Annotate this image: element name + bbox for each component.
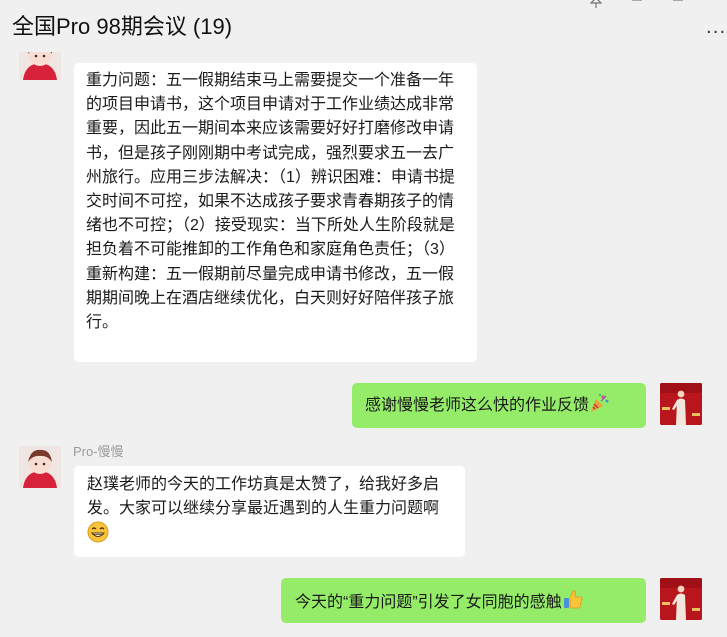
message-text: 今天的“重力问题”引发了女同胞的感触 [295, 594, 562, 611]
pin-icon[interactable] [588, 0, 604, 8]
title-bar: 全国Pro 98期会议 (19) ··· [0, 0, 727, 52]
party-popper-icon [589, 393, 609, 421]
avatar[interactable] [19, 52, 61, 80]
minimize-icon[interactable] [629, 0, 645, 8]
message-bubble[interactable]: 赵璞老师的今天的工作坊真是太赞了，给我好多启发。大家可以继续分享最近遇到的人生重… [74, 466, 465, 557]
thumbs-up-icon [562, 588, 584, 618]
avatar[interactable] [19, 446, 61, 488]
message-text: 赵璞老师的今天的工作坊真是太赞了，给我好多启发。大家可以继续分享最近遇到的人生重… [87, 476, 440, 518]
message-bubble[interactable]: 今天的“重力问题”引发了女同胞的感触 [281, 578, 646, 623]
grinning-face-icon [87, 521, 109, 551]
avatar[interactable] [660, 578, 702, 620]
message-bubble[interactable]: 感谢慢慢老师这么快的作业反馈 [352, 383, 646, 428]
more-icon[interactable]: ··· [706, 22, 726, 43]
message-bubble[interactable]: 重力问题：五一假期结束马上需要提交一个准备一年的项目申请书，这个项目申请对于工作… [74, 63, 477, 362]
maximize-icon[interactable] [670, 0, 686, 8]
chat-title: 全国Pro 98期会议 (19) [12, 14, 233, 39]
avatar[interactable] [660, 383, 702, 425]
chat-area[interactable]: 重力问题：五一假期结束马上需要提交一个准备一年的项目申请书，这个项目申请对于工作… [0, 52, 727, 637]
sender-name: Pro-慢慢 [73, 444, 124, 459]
message-text: 感谢慢慢老师这么快的作业反馈 [365, 397, 590, 414]
